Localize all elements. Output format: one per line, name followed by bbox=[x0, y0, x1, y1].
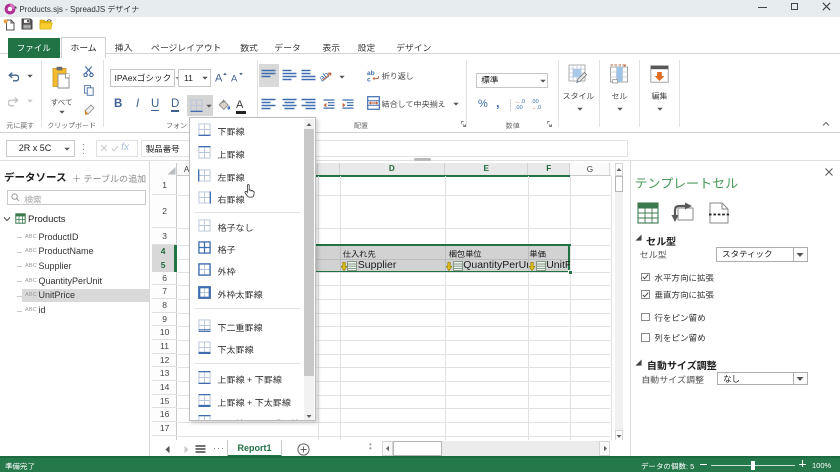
svg-text:A: A bbox=[215, 73, 223, 84]
svg-text:ab: ab bbox=[320, 70, 331, 82]
svg-text:c: c bbox=[367, 77, 371, 83]
svg-text:A: A bbox=[231, 74, 238, 84]
